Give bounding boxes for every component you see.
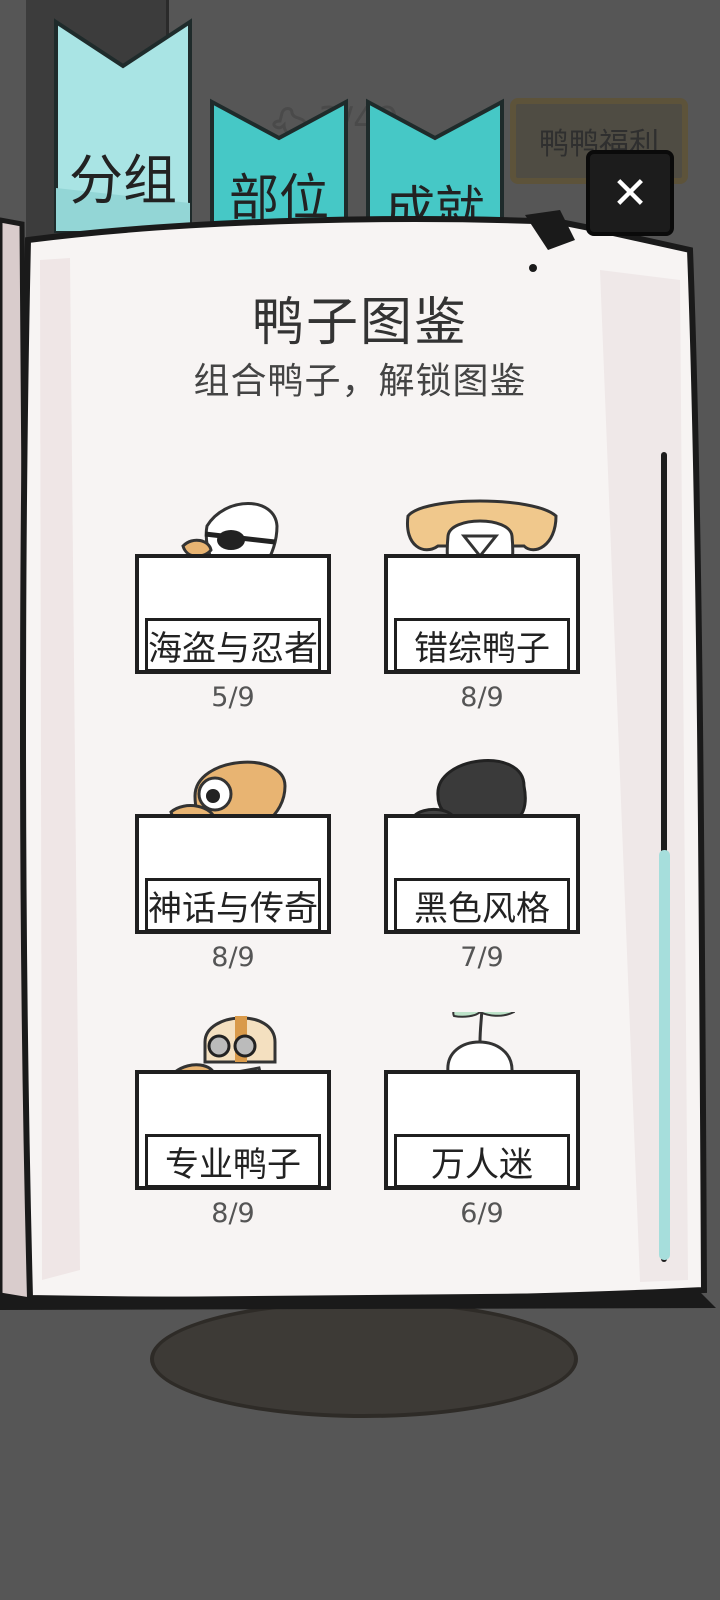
collection-frame: 万人迷	[384, 1070, 580, 1190]
collection-progress: 7/9	[460, 942, 504, 973]
scrollbar-thumb[interactable]	[659, 850, 670, 1260]
collection-frame: 海盗与忍者	[135, 554, 331, 674]
collection-frame: 错综鸭子	[384, 554, 580, 674]
tab-group-label: 分组	[69, 149, 177, 212]
collection-frame: 神话与传奇	[135, 814, 331, 934]
page-subtitle: 组合鸭子，解锁图鉴	[193, 361, 527, 402]
collection-progress: 6/9	[460, 1198, 504, 1229]
collection-name: 海盗与忍者	[145, 618, 321, 672]
collection-frame: 黑色风格	[384, 814, 580, 934]
close-button[interactable]: ✕	[586, 150, 674, 236]
collection-name: 神话与传奇	[145, 878, 321, 932]
collection-progress: 8/9	[460, 682, 504, 713]
collection-progress: 8/9	[211, 942, 255, 973]
collection-frame: 专业鸭子	[135, 1070, 331, 1190]
collection-name: 错综鸭子	[394, 618, 570, 672]
collection-name: 专业鸭子	[145, 1134, 321, 1188]
collection-progress: 8/9	[211, 1198, 255, 1229]
page-title: 鸭子图鉴	[251, 293, 468, 353]
collection-progress: 5/9	[211, 682, 255, 713]
tab-group[interactable]: 分组	[54, 18, 192, 233]
collection-name: 万人迷	[394, 1134, 570, 1188]
collection-name: 黑色风格	[394, 878, 570, 932]
